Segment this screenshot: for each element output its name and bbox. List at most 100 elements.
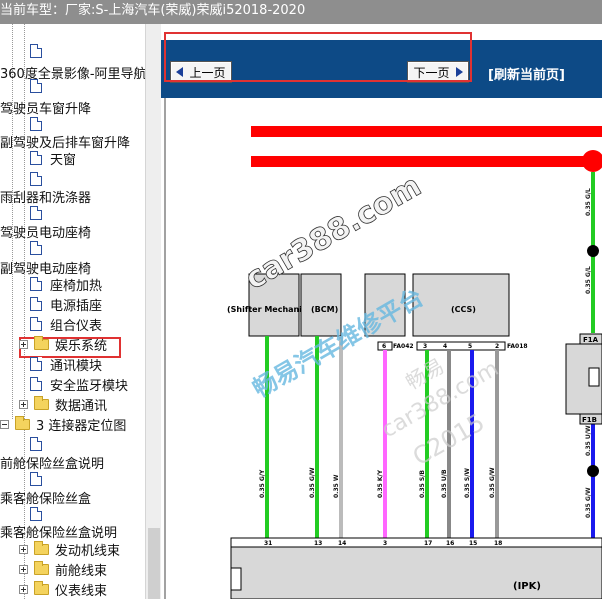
tree-item-label: 安全监牙模块: [50, 378, 129, 394]
tree-item-360-camera[interactable]: 360度全景影像-阿里导航: [0, 62, 147, 82]
wire-label: 0.35 G/L: [585, 188, 592, 216]
tree-scrollbar[interactable]: [145, 24, 161, 599]
tree-doc-node[interactable]: [30, 434, 50, 454]
pin-number: 13: [314, 540, 322, 547]
tree-item-label: 发动机线束: [55, 543, 121, 559]
tree-item-power-socket[interactable]: 电源插座: [30, 294, 102, 314]
tree-item-telematics[interactable]: 通讯模块: [30, 354, 102, 374]
tree-item-label: 仪表线束: [55, 583, 108, 599]
connector-label: F1B: [582, 416, 597, 424]
document-icon: [30, 297, 42, 311]
module-label: (IPK): [513, 581, 541, 592]
tree-item-front-fuse-box-desc[interactable]: 前舱保险丝盒说明: [0, 452, 104, 472]
tree-doc-node[interactable]: [30, 238, 50, 258]
tree-item-label: 乘客舱保险丝盒说明: [0, 525, 118, 541]
tree-item-ip-harness[interactable]: 仪表线束: [19, 579, 107, 599]
wire-label: 0.35 G/Y: [259, 469, 266, 498]
document-icon: [30, 79, 42, 93]
expand-icon[interactable]: [19, 399, 28, 409]
folder-icon: [34, 560, 49, 575]
pin-number: 31: [264, 540, 272, 547]
ipk-module: [230, 546, 602, 599]
navigation-highlight: [164, 32, 472, 82]
tree-item-label: 前舱保险丝盒说明: [0, 456, 105, 472]
document-icon: [30, 44, 42, 58]
tree-item-front-harness[interactable]: 前舱线束: [19, 559, 107, 579]
tree-doc-node[interactable]: [30, 76, 50, 96]
document-icon: [30, 377, 42, 391]
tree-item-sunroof[interactable]: 天窗: [30, 148, 76, 168]
tree-item-cabin-fuse-box-desc[interactable]: 乘客舱保险丝盒说明: [0, 521, 117, 541]
connector-label: FA018: [507, 343, 528, 350]
tree-item-instrument-cluster[interactable]: 组合仪表: [30, 314, 103, 334]
pin-number: 5: [468, 343, 472, 350]
tree-item-label: 数据通讯: [55, 398, 108, 414]
power-bus: [251, 156, 602, 167]
collapse-icon[interactable]: [0, 419, 9, 429]
expand-icon[interactable]: [19, 339, 28, 349]
tree-item-label: 3 连接器定位图: [36, 418, 127, 434]
pin-number: 14: [338, 540, 346, 547]
pin-number: 3: [423, 343, 427, 350]
document-icon: [30, 241, 42, 255]
tree-item-data-comm[interactable]: 数据通讯: [19, 394, 107, 414]
wire-label: 0.35 S/W: [464, 468, 471, 498]
wire-label: 0.35 K/Y: [377, 469, 384, 498]
pin-number: 15: [469, 540, 477, 547]
pin-number: 18: [494, 540, 502, 547]
wire-label: 0.35 G/W: [489, 467, 496, 498]
tree-doc-node[interactable]: [30, 203, 50, 223]
wire-label: 0.35 U/W: [585, 425, 592, 456]
tree-item-label: 座椅加热: [50, 278, 103, 294]
document-icon: [30, 507, 42, 521]
scrollbar-thumb[interactable]: [148, 528, 160, 599]
document-icon: [30, 172, 42, 186]
module-label: (BCM): [311, 305, 338, 314]
content-pane: 上一页 下一页 [刷新当前页] 0.35 G/L 0.35 G/L 0.35 U…: [161, 24, 602, 599]
wiring-diagram: 0.35 G/L 0.35 G/L 0.35 U/W 0.35 G/W F1A …: [161, 98, 602, 599]
folder-open-icon: [15, 415, 30, 430]
refresh-page-link[interactable]: [刷新当前页]: [488, 64, 565, 83]
connector-label: FA042: [393, 343, 414, 350]
wire-label: 0.35 S/B: [419, 470, 426, 498]
tree-doc-node[interactable]: [30, 41, 50, 61]
document-icon: [30, 357, 42, 371]
expand-icon[interactable]: [19, 544, 28, 554]
document-icon: [30, 151, 42, 165]
pin-number: 16: [446, 540, 454, 547]
wiring-diagram-svg: 0.35 G/L 0.35 G/L 0.35 U/W 0.35 G/W F1A …: [161, 98, 602, 599]
power-bus: [251, 126, 602, 137]
document-icon: [30, 206, 42, 220]
tree-item-security-module[interactable]: 安全监牙模块: [30, 374, 128, 394]
tree-item-seat-heating[interactable]: 座椅加热: [30, 274, 102, 294]
tree-item-engine-harness[interactable]: 发动机线束: [19, 539, 120, 559]
vehicle-label: 当前车型：: [0, 3, 66, 18]
pin-number: 17: [424, 540, 432, 547]
tree-item-label: 天窗: [50, 152, 77, 168]
pin-number: 2: [495, 343, 499, 350]
tree-item-label: 360度全景影像-阿里导航: [0, 66, 147, 82]
wire-label: 0.35 U/B: [441, 469, 448, 498]
document-icon: [30, 117, 42, 131]
tree-item-label: 前舱线束: [55, 563, 108, 579]
vehicle-value: 厂家:S-上海汽车(荣威)荣威i52018-2020: [65, 3, 306, 18]
wire-label: 0.35 G/W: [585, 487, 592, 518]
tree-item-connector-location[interactable]: 3 连接器定位图: [0, 414, 126, 434]
tree-item-label: 通讯模块: [50, 358, 103, 374]
tree-item-label: 组合仪表: [50, 318, 103, 334]
tree-doc-node[interactable]: [30, 469, 50, 489]
document-icon: [30, 437, 42, 451]
tree-item-label: 娱乐系统: [55, 338, 108, 354]
wire-label: 0.35 G/W: [309, 467, 316, 498]
fuse-label: F1A: [583, 336, 599, 344]
manual-tree: 360度全景影像-阿里导航 驾驶员车窗升降 副驾驶及后排车窗升降 天窗 雨刮器和…: [0, 24, 161, 599]
expand-icon[interactable]: [19, 564, 28, 574]
folder-icon: [34, 580, 49, 595]
pin-number: 3: [383, 540, 387, 547]
tree-item-entertainment[interactable]: 娱乐系统: [19, 334, 107, 354]
wire-label: 0.35 G/L: [585, 266, 592, 294]
expand-icon[interactable]: [19, 584, 28, 594]
folder-icon: [34, 395, 49, 410]
folder-icon: [34, 335, 49, 350]
pin-number: 6: [382, 343, 386, 350]
